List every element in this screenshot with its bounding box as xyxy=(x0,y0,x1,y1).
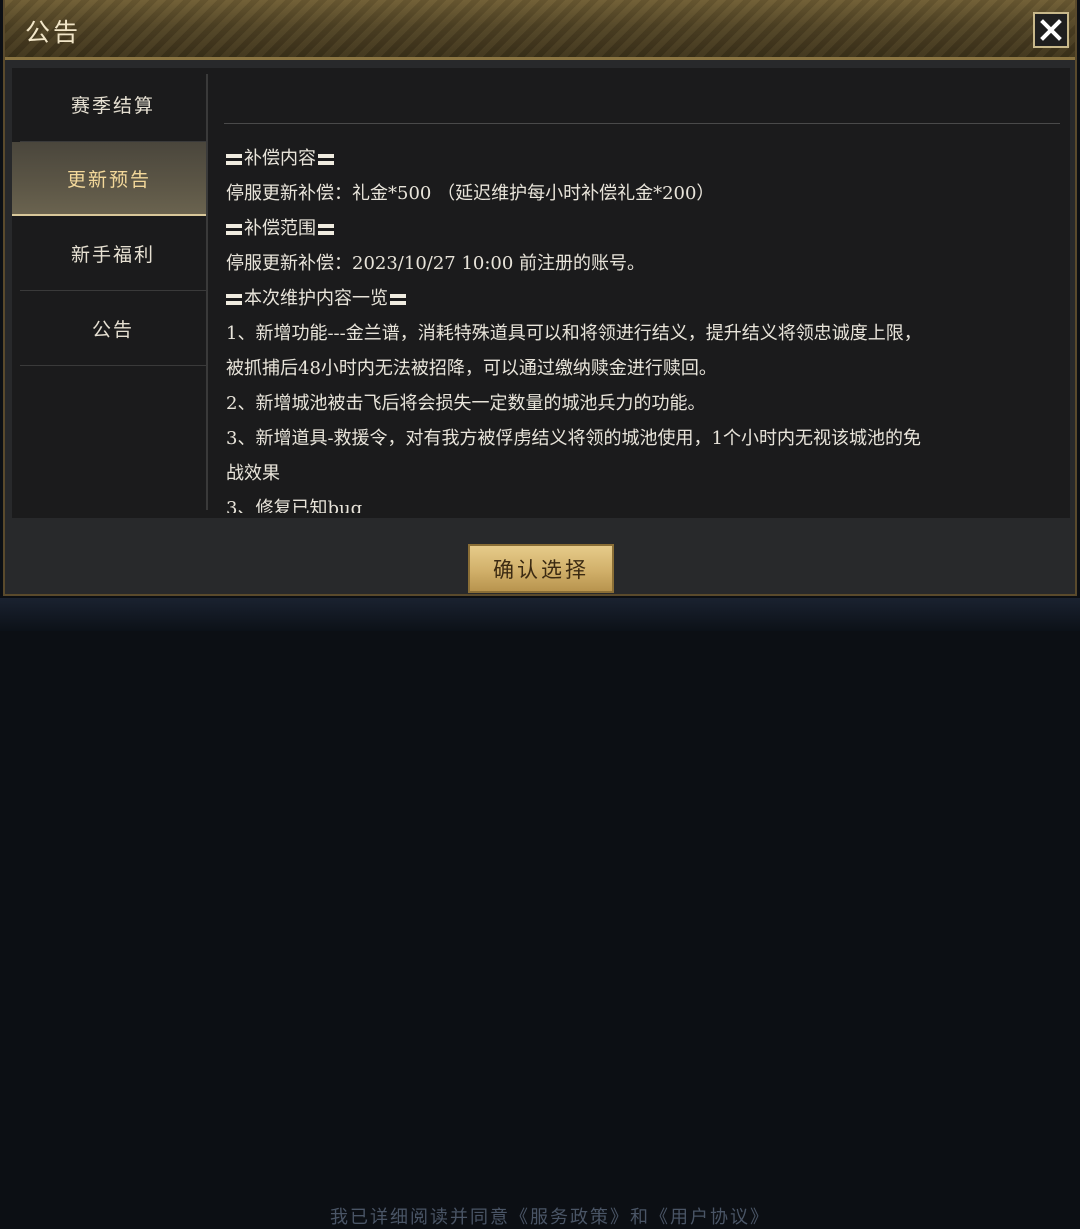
tab-newbie-benefits[interactable]: 新手福利 xyxy=(20,217,206,291)
body-line: 2、新增城池被击飞后将会损失一定数量的城池兵力的功能。 xyxy=(226,393,706,414)
background-scene: 我已详细阅读并同意《服务政策》和《用户协议》 xyxy=(0,598,1080,1228)
content-panel: 赛季结算 更新预告 新手福利 公告 补偿内容 停服更新补偿：礼金*500 （延迟… xyxy=(12,68,1070,518)
double-bar-icon xyxy=(318,152,334,166)
body-line: 停服更新补偿：礼金*500 （延迟维护每小时补偿礼金*200） xyxy=(226,183,715,204)
section-heading: 本次维护内容一览 xyxy=(226,281,1066,316)
sidebar: 赛季结算 更新预告 新手福利 公告 xyxy=(12,68,206,518)
body-line: 3、新增道具-救援令，对有我方被俘虏结义将领的城池使用，1个小时内无视该城池的免 xyxy=(226,428,921,449)
tab-announcement[interactable]: 公告 xyxy=(20,292,206,366)
double-bar-icon xyxy=(226,222,242,236)
confirm-button-label: 确认选择 xyxy=(493,557,589,582)
tab-season-settlement[interactable]: 赛季结算 xyxy=(20,68,206,142)
section-heading: 补偿范围 xyxy=(226,211,1066,246)
tab-label: 赛季结算 xyxy=(70,95,155,117)
section-heading-text: 补偿范围 xyxy=(244,218,316,239)
section-heading-text: 补偿内容 xyxy=(244,148,316,169)
double-bar-icon xyxy=(390,292,406,306)
body-line: 停服更新补偿：2023/10/27 10:00 前注册的账号。 xyxy=(226,253,646,274)
sidebar-divider xyxy=(206,74,208,510)
section-heading-text: 本次维护内容一览 xyxy=(244,288,388,309)
close-button[interactable] xyxy=(1033,12,1069,48)
background-agreement-text: 我已详细阅读并同意《服务政策》和《用户协议》 xyxy=(330,1207,770,1228)
confirm-button[interactable]: 确认选择 xyxy=(468,544,614,593)
tab-label: 公告 xyxy=(91,319,134,341)
tab-update-preview[interactable]: 更新预告 xyxy=(12,142,206,216)
dialog-title: 公告 xyxy=(25,18,82,47)
section-heading: 补偿内容 xyxy=(226,141,1066,176)
body-line: 3、修复已知bug xyxy=(226,498,363,513)
double-bar-icon xyxy=(226,152,242,166)
announcement-dialog: 公告 赛季结算 更新预告 新手福利 公告 补偿内容 停服更新补偿：礼金*500 … xyxy=(3,0,1077,596)
body-line: 1、新增功能---金兰谱，消耗特殊道具可以和将领进行结义，提升结义将领忠诚度上限… xyxy=(226,323,922,344)
close-icon xyxy=(1040,19,1062,41)
announcement-body[interactable]: 补偿内容 停服更新补偿：礼金*500 （延迟维护每小时补偿礼金*200） 补偿范… xyxy=(226,141,1066,513)
tab-label: 新手福利 xyxy=(70,244,155,266)
tab-label: 更新预告 xyxy=(66,168,151,191)
header-divider xyxy=(224,123,1060,124)
body-line: 被抓捕后48小时内无法被招降，可以通过缴纳赎金进行赎回。 xyxy=(226,358,717,379)
double-bar-icon xyxy=(318,222,334,236)
title-bar: 公告 xyxy=(5,0,1075,60)
body-line: 战效果 xyxy=(226,463,280,484)
double-bar-icon xyxy=(226,292,242,306)
